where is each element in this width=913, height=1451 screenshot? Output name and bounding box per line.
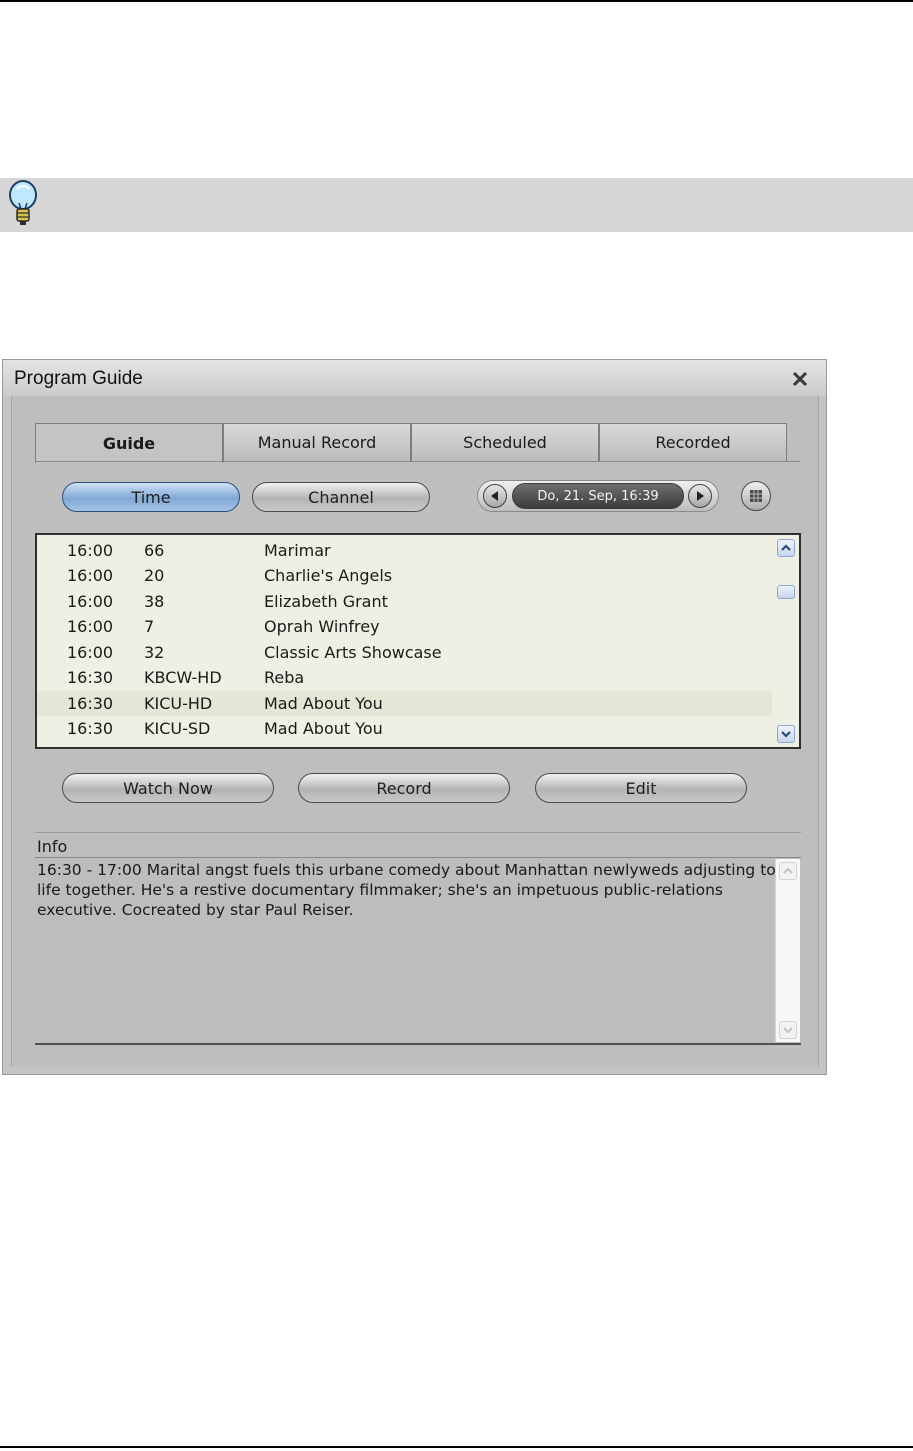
scroll-thumb[interactable] bbox=[777, 585, 795, 599]
row-title: Mad About You bbox=[264, 719, 383, 738]
tab-scheduled[interactable]: Scheduled bbox=[411, 423, 599, 461]
table-row[interactable]: 16:00 20 Charlie's Angels bbox=[37, 563, 772, 588]
tab-guide[interactable]: Guide bbox=[35, 423, 223, 463]
chevron-up-icon bbox=[781, 544, 791, 551]
row-time: 16:30 bbox=[67, 668, 114, 687]
row-channel: 7 bbox=[144, 617, 155, 636]
table-row-selected[interactable]: 16:30 KICU-HD Mad About You bbox=[37, 691, 772, 716]
row-title: Mad About You bbox=[264, 694, 383, 713]
chevron-down-icon bbox=[781, 731, 791, 738]
table-row[interactable]: 16:30 KICU-SD Mad About You bbox=[37, 716, 772, 741]
triangle-left-icon bbox=[491, 491, 498, 501]
page-top-rule bbox=[0, 0, 913, 2]
record-button[interactable]: Record bbox=[298, 773, 510, 803]
date-navigator: Do, 21. Sep, 16:39 bbox=[477, 480, 719, 512]
info-panel: 16:30 - 17:00 Marital angst fuels this u… bbox=[35, 857, 801, 1045]
tab-panel-border bbox=[35, 461, 800, 462]
previous-date-button[interactable] bbox=[483, 484, 507, 508]
table-row[interactable]: 16:00 66 Marimar bbox=[37, 538, 772, 563]
row-channel: 38 bbox=[144, 592, 165, 611]
table-row[interactable]: 16:30 KBCW-HD Reba bbox=[37, 665, 772, 690]
row-title: Classic Arts Showcase bbox=[264, 643, 442, 662]
row-time: 16:00 bbox=[67, 541, 114, 560]
row-channel: KICU-SD bbox=[144, 719, 211, 738]
channel-view-button[interactable]: Channel bbox=[252, 482, 430, 512]
info-scroll-down-button[interactable] bbox=[779, 1021, 797, 1039]
page-bottom-rule bbox=[0, 1446, 913, 1448]
close-icon[interactable] bbox=[791, 370, 809, 388]
row-title: Reba bbox=[264, 668, 305, 687]
program-guide-window: Program Guide Guide Manual Record Schedu… bbox=[2, 359, 827, 1075]
row-title: Oprah Winfrey bbox=[264, 617, 380, 636]
row-time: 16:00 bbox=[67, 617, 114, 636]
row-time: 16:00 bbox=[67, 592, 114, 611]
watch-now-button[interactable]: Watch Now bbox=[62, 773, 274, 803]
program-list[interactable]: 16:00 66 Marimar 16:00 20 Charlie's Ange… bbox=[35, 533, 801, 749]
row-time: 16:00 bbox=[67, 566, 114, 585]
info-label: Info bbox=[37, 837, 68, 856]
scroll-up-button[interactable] bbox=[777, 539, 795, 557]
tab-manual-record[interactable]: Manual Record bbox=[223, 423, 411, 461]
info-scrollbar[interactable] bbox=[775, 859, 800, 1042]
table-row[interactable]: 16:00 32 Classic Arts Showcase bbox=[37, 640, 772, 665]
window-titlebar[interactable]: Program Guide bbox=[3, 360, 826, 396]
row-channel: KICU-HD bbox=[144, 694, 213, 713]
row-channel: KBCW-HD bbox=[144, 668, 222, 687]
table-row[interactable]: 16:00 38 Elizabeth Grant bbox=[37, 589, 772, 614]
info-scroll-up-button[interactable] bbox=[779, 862, 797, 880]
scroll-down-button[interactable] bbox=[777, 725, 795, 743]
row-title: Charlie's Angels bbox=[264, 566, 393, 585]
tab-recorded[interactable]: Recorded bbox=[599, 423, 787, 461]
tip-bar bbox=[0, 178, 913, 232]
lightbulb-icon bbox=[9, 180, 37, 225]
date-display: Do, 21. Sep, 16:39 bbox=[512, 483, 684, 509]
window-title: Program Guide bbox=[14, 368, 143, 389]
time-view-button[interactable]: Time bbox=[62, 482, 240, 512]
row-title: Elizabeth Grant bbox=[264, 592, 388, 611]
calendar-button[interactable] bbox=[741, 481, 771, 511]
program-list-scrollbar[interactable] bbox=[772, 535, 799, 747]
table-row[interactable]: 16:00 7 Oprah Winfrey bbox=[37, 614, 772, 639]
next-date-button[interactable] bbox=[688, 484, 712, 508]
info-text: 16:30 - 17:00 Marital angst fuels this u… bbox=[37, 861, 776, 919]
triangle-right-icon bbox=[697, 491, 704, 501]
calendar-icon bbox=[750, 490, 762, 502]
chevron-down-icon bbox=[783, 1027, 793, 1034]
row-time: 16:00 bbox=[67, 643, 114, 662]
row-title: Marimar bbox=[264, 541, 331, 560]
row-channel: 20 bbox=[144, 566, 165, 585]
row-channel: 66 bbox=[144, 541, 165, 560]
row-channel: 32 bbox=[144, 643, 165, 662]
info-separator bbox=[35, 832, 801, 833]
edit-button[interactable]: Edit bbox=[535, 773, 747, 803]
row-time: 16:30 bbox=[67, 694, 114, 713]
chevron-up-icon bbox=[783, 867, 793, 874]
row-time: 16:30 bbox=[67, 719, 114, 738]
